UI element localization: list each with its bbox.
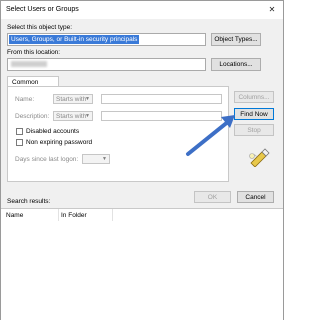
annotation-arrow bbox=[186, 115, 235, 156]
select-users-or-groups-dialog: Select Users or Groups ✕ Select this obj… bbox=[0, 0, 284, 320]
